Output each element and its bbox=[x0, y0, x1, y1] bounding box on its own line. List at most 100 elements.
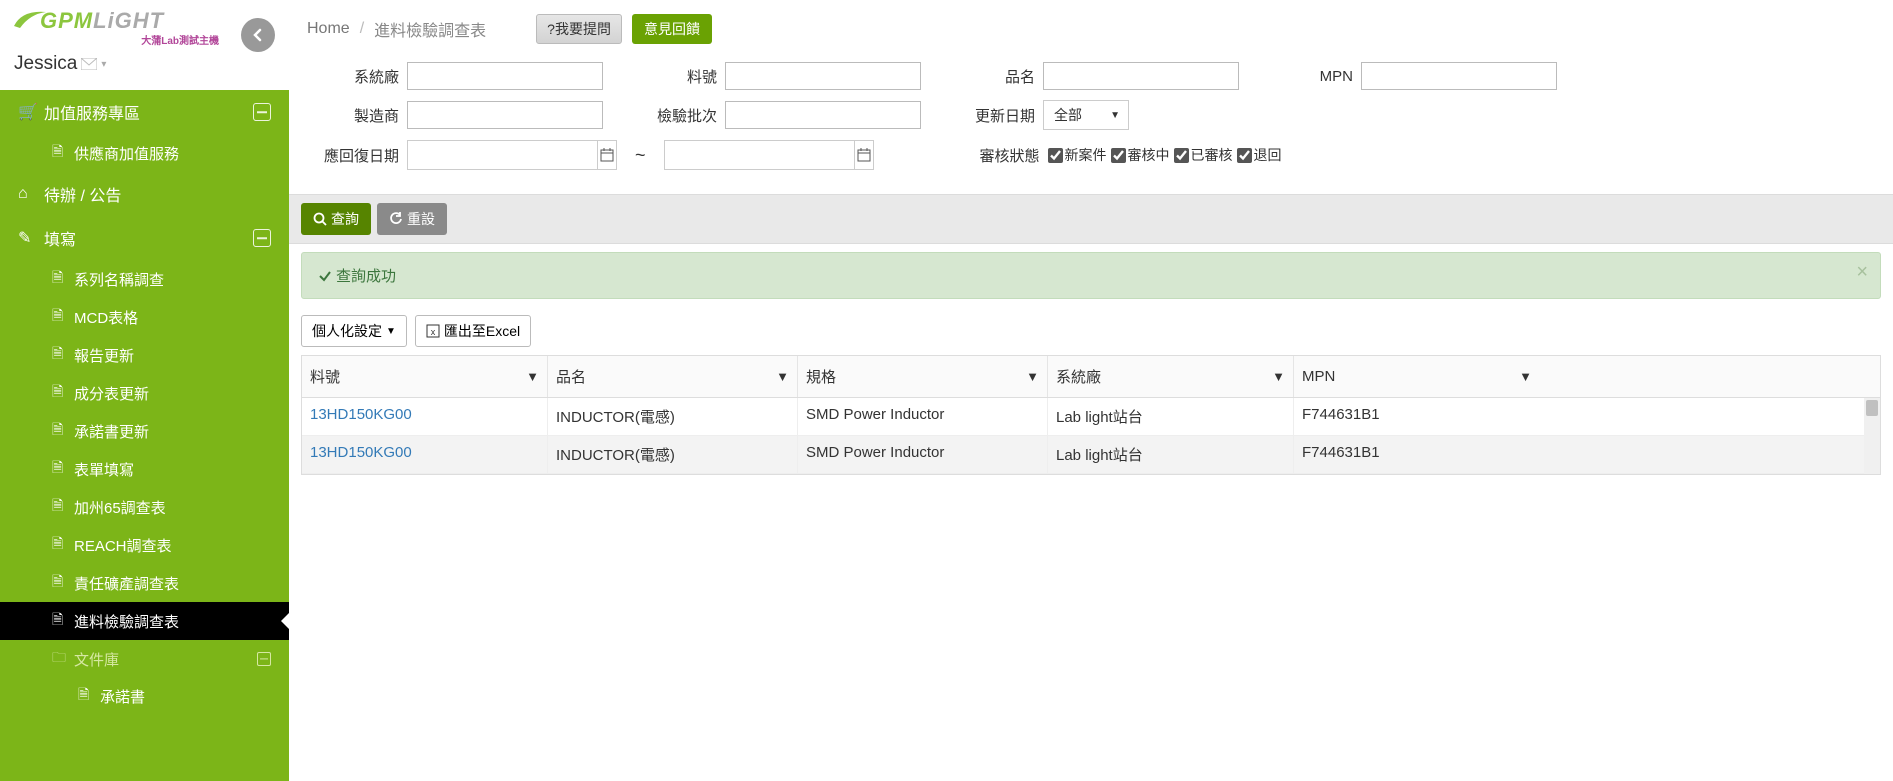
input-product-name[interactable] bbox=[1043, 62, 1239, 90]
filter-icon[interactable]: ▼ bbox=[776, 369, 789, 384]
nav-item-incoming-inspection[interactable]: 🗎進料檢驗調查表 bbox=[0, 602, 289, 640]
label-mpn: MPN bbox=[1245, 68, 1361, 85]
checkbox-returned-input[interactable] bbox=[1237, 148, 1252, 163]
calendar-icon[interactable] bbox=[854, 141, 873, 169]
nav-subitem-commitment-doc[interactable]: 🗎承諾書 bbox=[0, 678, 289, 714]
grid-toolbar: 個人化設定▼ x 匯出至Excel bbox=[289, 299, 1893, 355]
alert-text: 查詢成功 bbox=[336, 265, 396, 286]
document-icon: 🗎 bbox=[52, 381, 74, 405]
nav-item-report-update[interactable]: 🗎報告更新 bbox=[0, 336, 289, 374]
table-row[interactable]: 13HD150KG00 INDUCTOR(電感) SMD Power Induc… bbox=[302, 398, 1880, 436]
filter-icon[interactable]: ▼ bbox=[1026, 369, 1039, 384]
checkbox-reviewing[interactable]: 審核中 bbox=[1111, 145, 1170, 165]
nav-item-ca65[interactable]: 🗎加州65調查表 bbox=[0, 488, 289, 526]
input-mpn[interactable] bbox=[1361, 62, 1557, 90]
checkbox-new-input[interactable] bbox=[1048, 148, 1063, 163]
nav-item-composition-update[interactable]: 🗎成分表更新 bbox=[0, 374, 289, 412]
nav-item-doclib[interactable]: 🗀 文件庫 bbox=[0, 640, 289, 678]
personalize-button[interactable]: 個人化設定▼ bbox=[301, 315, 407, 347]
checkbox-reviewing-input[interactable] bbox=[1111, 148, 1126, 163]
label-product-name: 品名 bbox=[927, 66, 1043, 87]
nav-item-series-name[interactable]: 🗎系列名稱調查 bbox=[0, 260, 289, 298]
breadcrumb-separator: / bbox=[360, 20, 364, 38]
breadcrumb-home[interactable]: Home bbox=[307, 20, 350, 38]
nav-item-form-fill[interactable]: 🗎表單填寫 bbox=[0, 450, 289, 488]
feedback-button[interactable]: 意見回饋 bbox=[632, 14, 712, 44]
nav-item-label: 責任礦產調查表 bbox=[74, 573, 179, 594]
calendar-icon[interactable] bbox=[597, 141, 616, 169]
action-bar: 查詢 重設 bbox=[289, 194, 1893, 244]
filter-icon[interactable]: ▼ bbox=[526, 369, 539, 384]
select-update-date[interactable]: 全部 bbox=[1043, 100, 1129, 130]
nav-item-reach[interactable]: 🗎REACH調查表 bbox=[0, 526, 289, 564]
data-grid: 料號▼ 品名▼ 規格▼ 系統廠▼ MPN▼ 13HD150KG00 INDUCT… bbox=[301, 355, 1881, 475]
nav-item-conflict-minerals[interactable]: 🗎責任礦產調查表 bbox=[0, 564, 289, 602]
excel-icon: x bbox=[426, 324, 440, 338]
cell-system-factory: Lab light站台 bbox=[1048, 398, 1294, 435]
nav-group-label: 填寫 bbox=[44, 226, 253, 250]
svg-text:x: x bbox=[431, 327, 436, 337]
sidebar-header: GPMLiGHT 大蒲Lab測試主機 Jessica ▾ bbox=[0, 0, 289, 90]
document-icon: 🗎 bbox=[52, 457, 74, 481]
checkbox-returned[interactable]: 退回 bbox=[1237, 145, 1282, 165]
label-reply-date: 應回復日期 bbox=[307, 145, 407, 166]
logo-swoosh-icon bbox=[12, 8, 48, 30]
nav-item-vendor-addon[interactable]: 🗎 供應商加值服務 bbox=[0, 134, 289, 172]
label-system-factory: 系統廠 bbox=[307, 66, 407, 87]
nav-group-todo[interactable]: ⌂ 待辦 / 公告 bbox=[0, 172, 289, 216]
nav-item-label: 文件庫 bbox=[74, 649, 119, 670]
nav-group-label: 加值服務專區 bbox=[44, 100, 253, 124]
input-reply-date-to[interactable] bbox=[664, 140, 874, 170]
search-button[interactable]: 查詢 bbox=[301, 203, 371, 235]
date-from-field[interactable] bbox=[408, 142, 597, 168]
vertical-scrollbar[interactable] bbox=[1864, 398, 1880, 474]
filter-icon[interactable]: ▼ bbox=[1519, 369, 1532, 384]
date-to-field[interactable] bbox=[665, 142, 854, 168]
reset-button[interactable]: 重設 bbox=[377, 203, 447, 235]
user-menu[interactable]: Jessica ▾ bbox=[0, 47, 289, 85]
input-system-factory[interactable] bbox=[407, 62, 603, 90]
col-header-system-factory[interactable]: 系統廠▼ bbox=[1048, 356, 1294, 397]
cell-spec: SMD Power Inductor bbox=[798, 398, 1048, 435]
export-excel-button[interactable]: x 匯出至Excel bbox=[415, 315, 531, 347]
label-update-date: 更新日期 bbox=[927, 105, 1043, 126]
col-header-product-name[interactable]: 品名▼ bbox=[548, 356, 798, 397]
input-part-no[interactable] bbox=[725, 62, 921, 90]
part-no-link[interactable]: 13HD150KG00 bbox=[310, 406, 412, 423]
cell-product-name: INDUCTOR(電感) bbox=[548, 436, 798, 473]
ask-question-button[interactable]: ?我要提問 bbox=[536, 14, 622, 44]
nav-item-label: MCD表格 bbox=[74, 307, 138, 328]
breadcrumb-current: 進料檢驗調查表 bbox=[374, 17, 486, 41]
input-reply-date-from[interactable] bbox=[407, 140, 617, 170]
grid-header: 料號▼ 品名▼ 規格▼ 系統廠▼ MPN▼ bbox=[302, 356, 1880, 398]
alert-close-button[interactable]: × bbox=[1856, 261, 1868, 284]
document-icon: 🗎 bbox=[52, 419, 74, 443]
filter-icon[interactable]: ▼ bbox=[1272, 369, 1285, 384]
cell-mpn: F744631B1 bbox=[1294, 398, 1540, 435]
input-manufacturer[interactable] bbox=[407, 101, 603, 129]
col-header-mpn[interactable]: MPN▼ bbox=[1294, 356, 1540, 397]
nav-item-commitment-update[interactable]: 🗎承諾書更新 bbox=[0, 412, 289, 450]
col-header-part-no[interactable]: 料號▼ bbox=[302, 356, 548, 397]
table-row[interactable]: 13HD150KG00 INDUCTOR(電感) SMD Power Induc… bbox=[302, 436, 1880, 474]
nav-group-fill[interactable]: ✎ 填寫 bbox=[0, 216, 289, 260]
checkbox-new[interactable]: 新案件 bbox=[1048, 145, 1107, 165]
input-inspection-batch[interactable] bbox=[725, 101, 921, 129]
tilde-separator: ~ bbox=[623, 145, 658, 166]
document-icon: 🗎 bbox=[52, 305, 74, 329]
sidebar-collapse-button[interactable] bbox=[241, 18, 275, 52]
col-header-spec[interactable]: 規格▼ bbox=[798, 356, 1048, 397]
part-no-link[interactable]: 13HD150KG00 bbox=[310, 444, 412, 461]
caret-down-icon: ▼ bbox=[386, 326, 396, 337]
nav-item-label: 成分表更新 bbox=[74, 383, 149, 404]
scrollbar-thumb[interactable] bbox=[1866, 400, 1878, 416]
checkbox-reviewed[interactable]: 已審核 bbox=[1174, 145, 1233, 165]
nav-item-mcd[interactable]: 🗎MCD表格 bbox=[0, 298, 289, 336]
checkbox-reviewed-input[interactable] bbox=[1174, 148, 1189, 163]
reset-label: 重設 bbox=[407, 209, 435, 229]
nav-group-addon-services[interactable]: 🛒 加值服務專區 bbox=[0, 90, 289, 134]
nav-item-label: 供應商加值服務 bbox=[74, 143, 179, 164]
main-content: Home / 進料檢驗調查表 ?我要提問 意見回饋 系統廠 料號 品名 MPN … bbox=[289, 0, 1893, 781]
document-icon: 🗎 bbox=[78, 684, 100, 708]
nav-item-label: 承諾書 bbox=[100, 686, 145, 707]
